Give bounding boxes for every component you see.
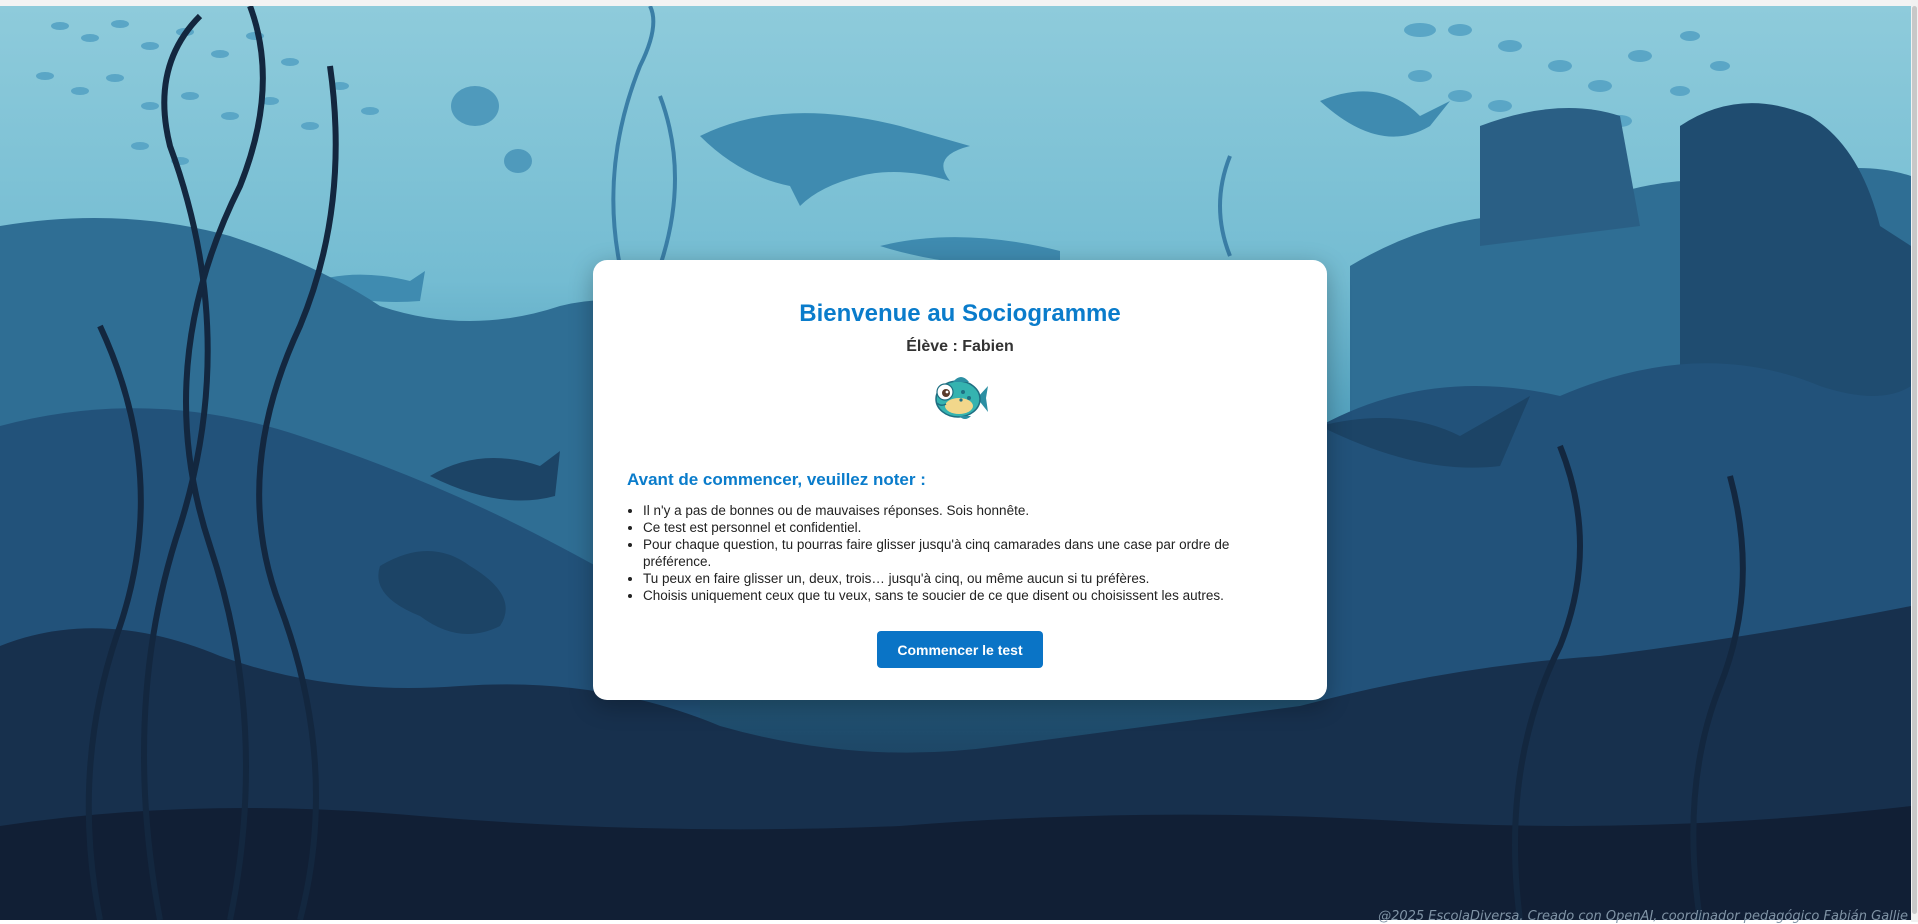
cartoon-fish-icon (935, 377, 988, 419)
rules-list: Il n'y a pas de bonnes ou de mauvaises r… (627, 502, 1293, 604)
welcome-card: Bienvenue au Sociogramme Élève : Fabien … (593, 260, 1327, 700)
rule-item: Choisis uniquement ceux que tu veux, san… (643, 587, 1293, 604)
rule-item: Pour chaque question, tu pourras faire g… (643, 536, 1293, 570)
start-test-button[interactable]: Commencer le test (877, 631, 1043, 668)
rule-item: Il n'y a pas de bonnes ou de mauvaises r… (643, 502, 1293, 519)
student-name: Élève : Fabien (906, 338, 1014, 355)
rule-item: Ce test est personnel et confidentiel. (643, 519, 1293, 536)
scrollbar-thumb[interactable] (1912, 6, 1917, 914)
notice-heading: Avant de commencer, veuillez noter : (627, 470, 926, 489)
fish-school-left (36, 20, 379, 165)
page-title: Bienvenue au Sociogramme (799, 300, 1121, 327)
rule-item: Tu peux en faire glisser un, deux, trois… (643, 570, 1293, 587)
jellyfish (451, 86, 532, 173)
scrollbar[interactable] (1911, 0, 1918, 922)
